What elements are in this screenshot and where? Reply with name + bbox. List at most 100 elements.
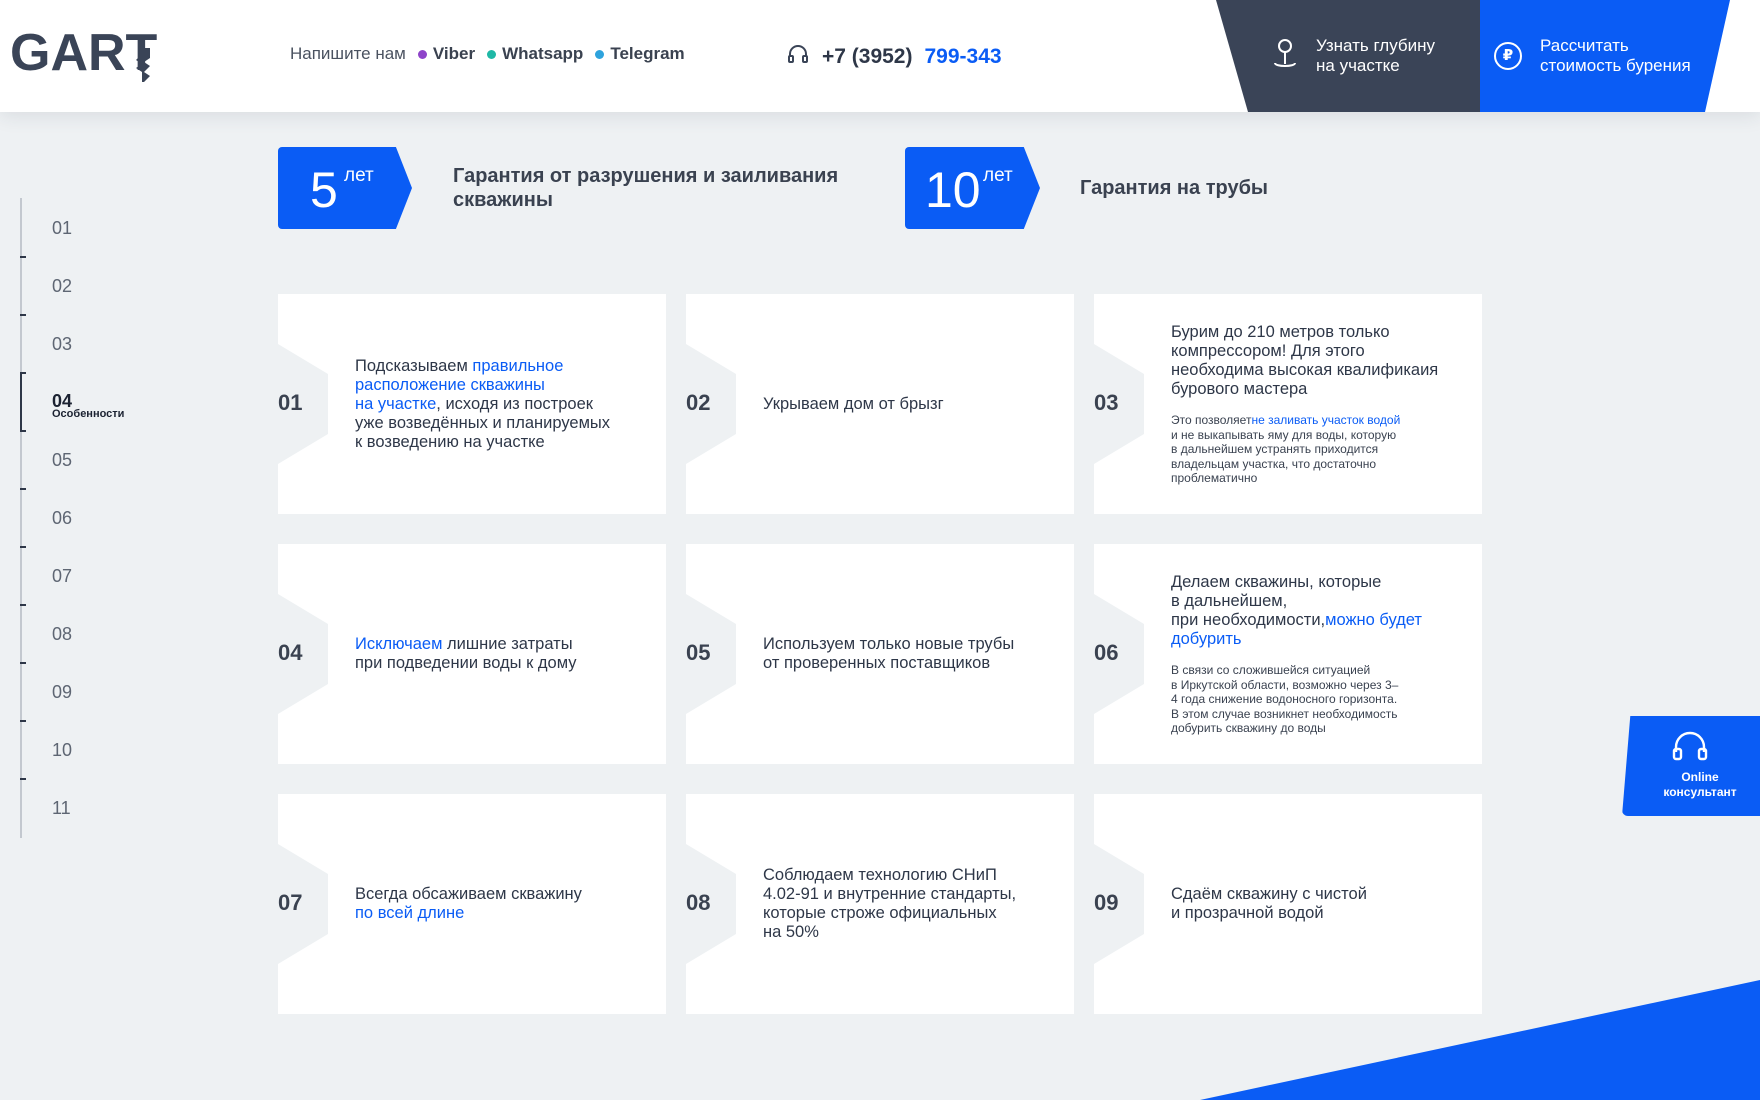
card-text-line: 4.02-91 и внутренние стандарты, [763,885,1016,904]
card-text: Соблюдаем технологию СНиП 4.02-91 и внутр… [763,866,1016,942]
card-plain-text: владельцам участка, что достаточно [1171,456,1377,471]
viber-link[interactable]: Viber [417,44,476,64]
card-plain-text: в дальнейшем устранять приходится [1171,442,1379,456]
feature-card: 02 Укрываем дом от брызг [686,294,1074,514]
card-link-text[interactable]: на участке [355,395,436,413]
telegram-link[interactable]: Telegram [595,44,685,64]
nav-item-11[interactable]: 11 [52,798,71,819]
card-text-line: уже возведённых и планируемых [355,414,610,433]
nav-item-02[interactable]: 02 [52,276,72,297]
svg-text:GART: GART [10,24,158,82]
card-text: Исключаем лишние затраты при подведении в… [355,635,576,673]
card-text-line: на участке, исходя из построек [355,395,610,414]
card-link-text[interactable]: Исключаем [355,635,442,653]
find-depth-line1: Узнать глубину [1316,36,1436,55]
feature-card: 06 Делаем скважины, которые в дальнейшем, п… [1094,544,1482,764]
nav-item-01[interactable]: 01 [52,218,72,239]
telegram-label: Telegram [610,44,685,63]
card-plain-text: на 50% [763,923,819,941]
viber-label: Viber [432,44,476,63]
card-link-text[interactable]: по всей длине [355,904,464,922]
card-note-line: владельцам участка, что достаточно [1171,457,1400,472]
card-text: Укрываем дом от брызг [763,395,944,414]
gart-logo[interactable]: GART [10,20,160,86]
card-plain-text: Бурим до 210 метров только [1171,323,1390,341]
nav-item-08[interactable]: 08 [52,624,72,645]
card-note-line: добурить скважину до воды [1171,721,1398,736]
card-text-line: Используем только новые трубы [763,635,1014,654]
card-plain-text: которые строже официальных [763,904,997,922]
card-plain-text: при необходимости, [1171,611,1326,629]
card-number: 01 [278,390,303,415]
feature-card: 03 Бурим до 210 метров только компрессором… [1094,294,1482,514]
nav-item-03[interactable]: 03 [52,334,72,355]
headset-icon [1672,731,1708,761]
card-text-line: Сдаём скважину с чистой [1171,885,1367,904]
card-plain-text: Подсказываем [355,357,473,375]
card-plain-text: 4 года снижение водоносного горизонта. [1171,692,1398,706]
section-nav-active-marker [20,372,22,430]
nav-item-07[interactable]: 07 [52,566,72,587]
card-note: В связи со сложившейся ситуацией в Иркутс… [1171,663,1398,736]
card-text-line: Соблюдаем технологию СНиП [763,866,1016,885]
card-note-line: и не выкапывать яму для воды, которую [1171,428,1400,443]
phone-link[interactable]: +7 (3952) 799-343 [786,42,1002,72]
location-pin-icon [1272,37,1298,76]
card-text-line: на 50% [763,923,1016,942]
headset-icon [786,42,810,72]
nav-item-05[interactable]: 05 [52,450,72,471]
find-depth-button[interactable]: Узнать глубину на участке [1216,0,1480,112]
card-plain-text: и не выкапывать яму для воды, которую [1171,427,1397,442]
card-text: Подсказываем правильное расположение сква… [355,357,610,452]
nav-tick [20,372,26,374]
card-plain-text: в Иркутской области, возможно через 3– [1171,677,1399,692]
nav-tick [20,430,26,432]
calculate-cost-button[interactable]: ₽ Рассчитать стоимость бурения [1480,0,1730,112]
whatsapp-label: Whatsapp [502,44,584,63]
card-text-line: которые строже официальных [763,904,1016,923]
card-note-line: проблематично [1171,471,1400,486]
nav-item-06[interactable]: 06 [52,508,72,529]
card-text: Бурим до 210 метров только компрессором! … [1171,323,1438,399]
card-plain-text: проблематично [1171,471,1258,485]
card-plain-text: необходима высокая квалификаия [1171,361,1439,379]
card-plain-text: Используем только новые трубы [763,635,1015,653]
consultant-line2: консультант [1663,785,1737,799]
card-link-text[interactable]: не заливать участок водой [1251,413,1400,427]
guarantee-unit: лет [344,165,374,186]
find-depth-line2: на участке [1316,56,1400,75]
whatsapp-link[interactable]: Whatsapp [487,44,583,64]
feature-card: 08 Соблюдаем технологию СНиП 4.02-91 и вну… [686,794,1074,1014]
card-note-line: в Иркутской области, возможно через 3– [1171,678,1398,693]
guarantee-text-1: Гарантия от разрушения и заиливания сква… [453,164,838,212]
card-note-line: В этом случае возникнет необходимость [1171,707,1398,722]
card-link-text[interactable]: можно будет [1325,611,1422,629]
messenger-contacts: Напишите нам Viber Whatsapp Telegram [290,44,685,64]
card-text-line: Исключаем лишние затраты [355,635,576,654]
card-text-line: добурить [1171,630,1422,649]
card-plain-text: при подведении воды к дому [355,654,577,672]
card-plain-text: В этом случае возникнет необходимость [1171,706,1398,721]
card-link-text[interactable]: расположение скважины [355,376,545,394]
card-plain-text: Это позволяет [1171,413,1252,427]
calculate-cost-line1: Рассчитать [1540,36,1629,55]
whatsapp-dot-icon [487,49,497,59]
card-text-line: от проверенных поставщиков [763,654,1014,673]
card-plain-text: В связи со сложившейся ситуацией [1171,663,1371,677]
card-text: Делаем скважины, которые в дальнейшем, при… [1171,573,1422,649]
viber-dot-icon [417,49,427,59]
card-note-line: 4 года снижение водоносного горизонта. [1171,692,1398,707]
nav-item-04-label: Особенности [52,408,125,420]
nav-item-09[interactable]: 09 [52,682,72,703]
nav-tick [20,662,26,664]
nav-item-10[interactable]: 10 [52,740,72,761]
card-link-text[interactable]: добурить [1171,630,1242,648]
online-consultant-button[interactable]: Online консультант [1622,716,1760,816]
card-link-text[interactable]: правильное [472,357,563,375]
card-plain-text: Всегда обсаживаем скважину [355,885,582,903]
nav-tick [20,546,26,548]
phone-prefix: +7 (3952) [822,45,913,68]
card-text-line: Бурим до 210 метров только [1171,323,1438,342]
card-note-line: в дальнейшем устранять приходится [1171,442,1400,457]
card-plain-text: от проверенных поставщиков [763,654,991,672]
